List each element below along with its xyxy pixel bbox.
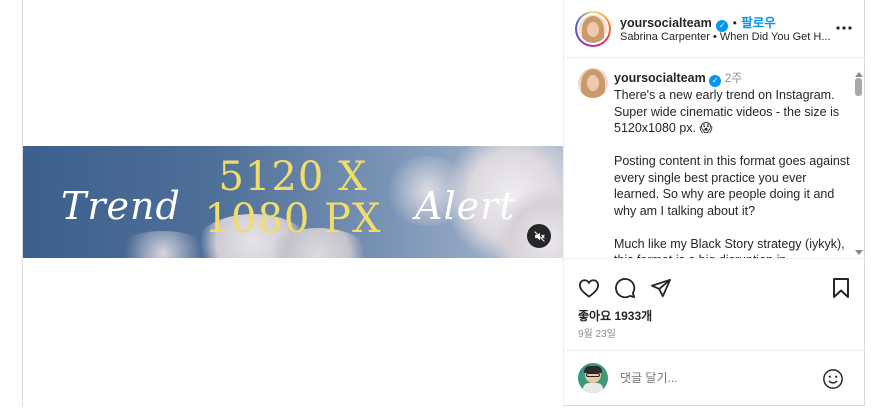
comment-composer (564, 350, 866, 406)
caption-paragraph: Much like my Black Story strategy (iykyk… (614, 236, 845, 259)
banner-word-trend: Trend (61, 184, 181, 228)
scroll-up-arrow[interactable] (855, 72, 863, 77)
comments-area[interactable]: yoursocialteam ✓ 2주 There's a new early … (564, 58, 866, 258)
caption-paragraph: Posting content in this format goes agai… (614, 154, 850, 218)
scroll-down-arrow[interactable] (855, 250, 863, 255)
emoji-icon (823, 369, 843, 389)
comment-input[interactable] (620, 371, 810, 385)
more-icon (836, 26, 852, 30)
share-button[interactable] (648, 275, 674, 301)
caption-time[interactable]: 2주 (725, 71, 743, 85)
verified-icon: ✓ (709, 75, 722, 87)
post-sidebar: yoursocialteam ✓ • 팔로우 Sabrina Carpenter… (563, 0, 866, 406)
banner-dimensions: 5120 X 1080 PX (193, 156, 393, 240)
mute-button[interactable] (527, 224, 551, 248)
instagram-post: Trend 5120 X 1080 PX Alert yoursocialtea… (22, 0, 866, 406)
caption-avatar[interactable] (578, 68, 608, 98)
banner-dimensions-line2: 1080 PX (204, 196, 382, 242)
banner-word-alert: Alert (415, 184, 516, 228)
caption-paragraph: There's a new early trend on Instagram. … (614, 88, 840, 135)
audio-line[interactable]: Sabrina Carpenter • When Did You Get H..… (620, 31, 831, 43)
post-caption: yoursocialteam ✓ 2주 There's a new early … (614, 70, 850, 258)
save-button[interactable] (828, 275, 854, 301)
header-separator: • (732, 16, 737, 30)
heart-icon (578, 279, 600, 298)
scrollbar[interactable] (854, 72, 864, 258)
like-button[interactable] (576, 275, 602, 301)
post-header: yoursocialteam ✓ • 팔로우 Sabrina Carpenter… (564, 0, 866, 58)
action-bar: 좋아요 1933개 9월 23일 (564, 258, 866, 358)
bookmark-icon (833, 278, 849, 298)
likes-count[interactable]: 좋아요 1933개 (578, 307, 652, 324)
comment-button[interactable] (612, 275, 638, 301)
post-media[interactable]: Trend 5120 X 1080 PX Alert (23, 0, 563, 406)
my-avatar (578, 363, 608, 393)
mute-icon (533, 230, 545, 242)
video-banner[interactable]: Trend 5120 X 1080 PX Alert (23, 146, 563, 258)
header-title-row: yoursocialteam ✓ • 팔로우 (620, 12, 776, 32)
avatar (579, 15, 607, 43)
follow-button[interactable]: 팔로우 (741, 16, 776, 30)
story-ring[interactable] (575, 11, 611, 47)
comment-icon (615, 278, 636, 299)
share-icon (651, 278, 671, 298)
post-date[interactable]: 9월 23일 (578, 325, 616, 340)
emoji-button[interactable] (820, 366, 846, 392)
banner-dimensions-line1: 5120 X (218, 154, 368, 200)
scroll-thumb[interactable] (855, 78, 862, 96)
header-username[interactable]: yoursocialteam (620, 16, 712, 30)
more-options-button[interactable] (834, 18, 854, 38)
caption-username[interactable]: yoursocialteam (614, 71, 706, 85)
